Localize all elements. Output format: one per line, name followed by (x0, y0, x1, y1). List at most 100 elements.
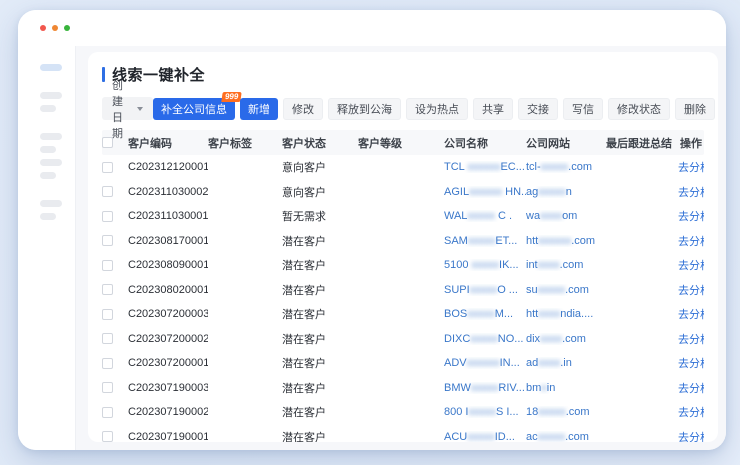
company-name[interactable]: TCL xxxxxxEC... (444, 161, 526, 173)
company-name[interactable]: SAMxxxxxET... (444, 235, 526, 247)
customer-code: C202307190003 (128, 382, 208, 394)
customer-code: C202312120001 (128, 161, 208, 173)
change-status-button[interactable]: 修改状态 (608, 98, 670, 120)
write-email-button[interactable]: 写信 (563, 98, 603, 120)
company-website[interactable]: dixxxxx.com (526, 333, 606, 345)
toolbar: 创建日期 补全公司信息 999 新增 修改 释放到公海 设为热点 共享 (102, 97, 704, 120)
row-checkbox[interactable] (102, 235, 113, 246)
company-name[interactable]: 5100 xxxxxIK... (444, 259, 526, 271)
company-website[interactable]: bmxin (526, 382, 606, 394)
analyze-customer-link[interactable]: 去分析客户 (678, 432, 704, 442)
customer-status: 意向客户 (282, 159, 358, 175)
create-date-filter[interactable]: 创建日期 (102, 97, 153, 120)
analyze-customer-link[interactable]: 去分析客户 (678, 236, 704, 248)
row-checkbox[interactable] (102, 162, 113, 173)
sidebar-placeholder-bar (40, 172, 56, 179)
edit-button[interactable]: 修改 (283, 98, 323, 120)
analyze-customer-link[interactable]: 去分析客户 (678, 260, 704, 272)
company-website[interactable]: intxxxx.com (526, 259, 606, 271)
company-website[interactable]: httxxxxxx.com (526, 235, 606, 247)
add-button[interactable]: 新增 (240, 98, 278, 120)
row-checkbox[interactable] (102, 186, 113, 197)
close-window-button[interactable] (40, 25, 46, 31)
customer-code: C202307190002 (128, 406, 208, 418)
table-row: C202307190001 潜在客户 ACUxxxxxID... acxxxxx… (102, 425, 704, 443)
analyze-customer-link[interactable]: 去分析客户 (678, 358, 704, 370)
sidebar-placeholder-bar (40, 105, 56, 112)
company-website[interactable]: agxxxxxn (526, 186, 606, 198)
sidebar-placeholder-bar (40, 213, 56, 220)
company-website[interactable]: suxxxxx.com (526, 284, 606, 296)
customer-status: 潜在客户 (282, 233, 358, 249)
analyze-customer-link[interactable]: 去分析客户 (678, 211, 704, 223)
row-checkbox[interactable] (102, 211, 113, 222)
company-name[interactable]: DIXCxxxxxNO... (444, 333, 526, 345)
company-website[interactable]: httxxxxndia.... (526, 308, 606, 320)
analyze-customer-link[interactable]: 去分析客户 (678, 407, 704, 419)
table-row: C202307200002 潜在客户 DIXCxxxxxNO... dixxxx… (102, 327, 704, 352)
company-website[interactable]: acxxxxx.com (526, 431, 606, 442)
customer-code: C202307200003 (128, 308, 208, 320)
company-name[interactable]: ACUxxxxxID... (444, 431, 526, 442)
company-name[interactable]: BOSxxxxxM... (444, 308, 526, 320)
maximize-window-button[interactable] (64, 25, 70, 31)
customer-code: C202308020001 (128, 284, 208, 296)
row-checkbox[interactable] (102, 309, 113, 320)
company-name[interactable]: AGILxxxxxx HN... (444, 186, 526, 198)
customer-status: 意向客户 (282, 184, 358, 200)
title-accent-bar (102, 67, 105, 82)
customer-code: C202311030002 (128, 186, 208, 198)
table-row: C202307190002 潜在客户 800 IxxxxxS I... 18xx… (102, 400, 704, 425)
company-website[interactable]: adxxxx.in (526, 357, 606, 369)
set-hotspot-button[interactable]: 设为热点 (406, 98, 468, 120)
minimize-window-button[interactable] (52, 25, 58, 31)
row-checkbox[interactable] (102, 382, 113, 393)
company-website[interactable]: tcl-xxxxx.com (526, 161, 606, 173)
analyze-customer-link[interactable]: 去分析客户 (678, 187, 704, 199)
complete-company-info-button[interactable]: 补全公司信息 999 (153, 98, 235, 120)
analyze-customer-link[interactable]: 去分析客户 (678, 334, 704, 346)
page-title: 线索一键补全 (112, 64, 205, 85)
row-checkbox[interactable] (102, 333, 113, 344)
handover-button[interactable]: 交接 (518, 98, 558, 120)
share-button[interactable]: 共享 (473, 98, 513, 120)
row-checkbox[interactable] (102, 431, 113, 442)
create-date-filter-label: 创建日期 (112, 77, 123, 141)
company-name[interactable]: SUPIxxxxxO ... (444, 284, 526, 296)
table-row: C202308090001 潜在客户 5100 xxxxxIK... intxx… (102, 253, 704, 278)
customer-code: C202307190001 (128, 431, 208, 442)
table-row: C202312120001 意向客户 TCL xxxxxxEC... tcl-x… (102, 155, 704, 180)
sidebar-placeholder-bar (40, 146, 56, 153)
table-row: C202311030001 暂无需求 WALxxxxx C . waxxxxom… (102, 204, 704, 229)
company-name[interactable]: ADVxxxxxxIN... (444, 357, 526, 369)
customer-code: C202308170001 (128, 235, 208, 247)
sidebar-active-item[interactable] (40, 64, 62, 71)
delete-button[interactable]: 删除 (675, 98, 715, 120)
row-checkbox[interactable] (102, 284, 113, 295)
company-website[interactable]: 18xxxxx.com (526, 406, 606, 418)
company-name[interactable]: WALxxxxx C . (444, 210, 526, 222)
table-row: C202311030002 意向客户 AGILxxxxxx HN... agxx… (102, 180, 704, 205)
row-checkbox[interactable] (102, 407, 113, 418)
customer-status: 潜在客户 (282, 404, 358, 420)
release-to-pool-button[interactable]: 释放到公海 (328, 98, 401, 120)
complete-company-info-label: 补全公司信息 (161, 101, 227, 117)
customer-status: 潜在客户 (282, 380, 358, 396)
analyze-customer-link[interactable]: 去分析客户 (678, 285, 704, 297)
select-all-checkbox[interactable] (102, 137, 113, 148)
company-name[interactable]: BMWxxxxxRIV... (444, 382, 526, 394)
row-checkbox[interactable] (102, 260, 113, 271)
row-checkbox[interactable] (102, 358, 113, 369)
customer-code: C202311030001 (128, 210, 208, 222)
company-website[interactable]: waxxxxom (526, 210, 606, 222)
analyze-customer-link[interactable]: 去分析客户 (678, 162, 704, 174)
table-row: C202307200003 潜在客户 BOSxxxxxM... httxxxxn… (102, 302, 704, 327)
main-content: 线索一键补全 创建日期 补全公司信息 999 新增 修改 (76, 46, 726, 450)
table-header-row: 客户编码 客户标签 客户状态 客户等级 公司名称 公司网站 最后跟进总结 操作 (102, 130, 704, 155)
col-header-company-name: 公司名称 (444, 135, 526, 151)
col-header-customer-level: 客户等级 (358, 135, 444, 151)
analyze-customer-link[interactable]: 去分析客户 (678, 309, 704, 321)
analyze-customer-link[interactable]: 去分析客户 (678, 383, 704, 395)
app-window: 线索一键补全 创建日期 补全公司信息 999 新增 修改 (18, 10, 726, 450)
company-name[interactable]: 800 IxxxxxS I... (444, 406, 526, 418)
